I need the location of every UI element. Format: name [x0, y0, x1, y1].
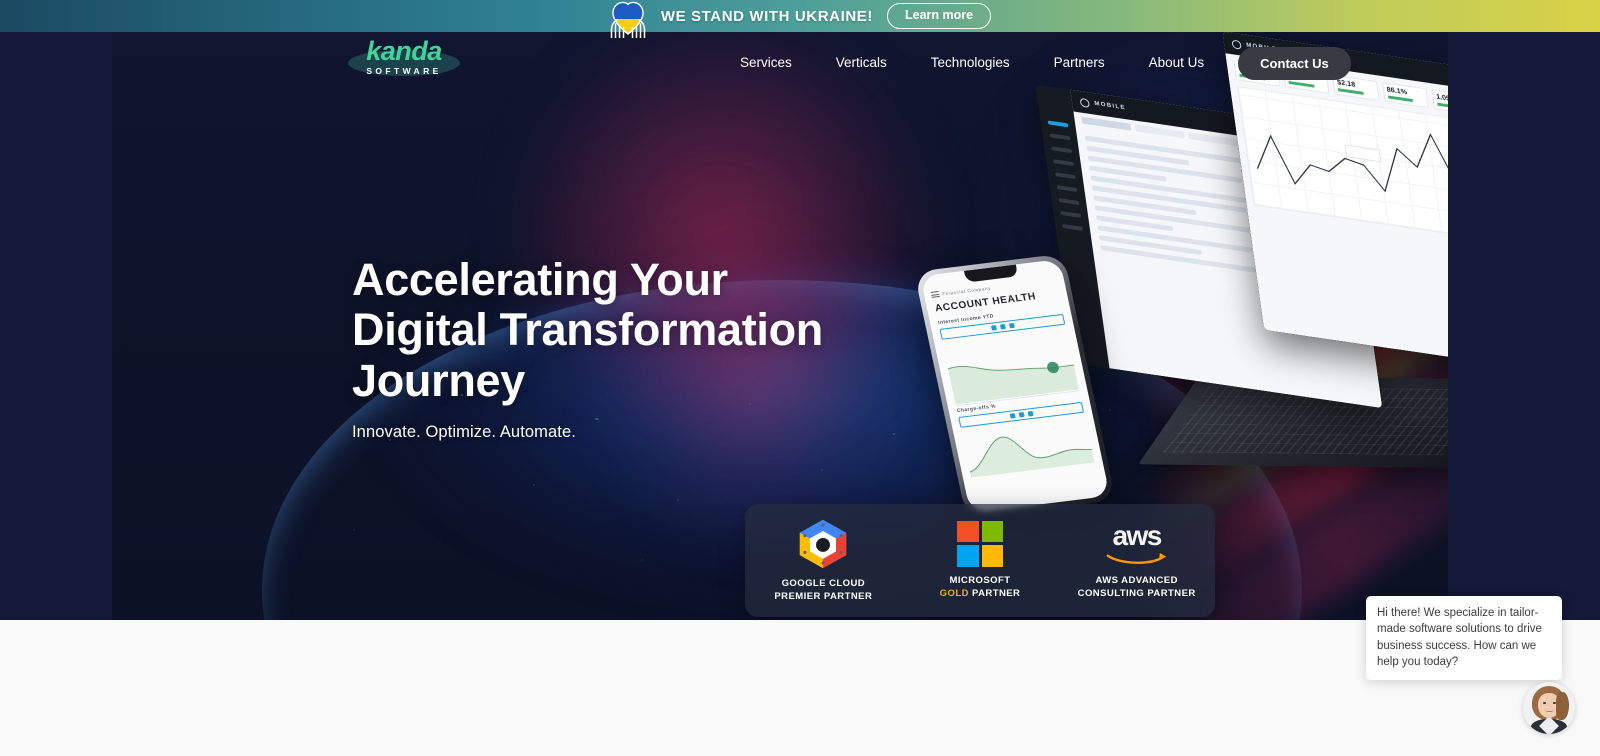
partner-caption-aws: AWS ADVANCED CONSULTING PARTNER: [1078, 575, 1196, 601]
aws-icon: aws: [1102, 521, 1172, 567]
ukraine-support-banner: WE STAND WITH UKRAINE! Learn more: [0, 0, 1600, 39]
main-navigation: Services Verticals Technologies Partners…: [740, 32, 1351, 94]
google-cloud-icon: [795, 518, 851, 570]
partner-caption-google: GOOGLE CLOUD PREMIER PARTNER: [774, 578, 872, 604]
page-root: WE STAND WITH UKRAINE! Learn more MOBILE…: [0, 0, 1600, 756]
ukraine-heart-hands-icon: [609, 0, 647, 39]
partner-word: PARTNER: [968, 587, 1021, 599]
banner-text: WE STAND WITH UKRAINE!: [660, 7, 873, 25]
logo-tagline: SOFTWARE: [366, 66, 442, 77]
page-title: Accelerating Your Digital Transformation…: [352, 254, 992, 406]
microsoft-icon: [957, 520, 1003, 567]
partner-caption-line-1: GOOGLE CLOUD: [781, 577, 866, 589]
partner-caption-line-1: AWS ADVANCED: [1095, 574, 1178, 586]
headline-line-1: Accelerating Your: [352, 254, 728, 305]
dashboard-logo-icon: [1079, 97, 1090, 108]
nav-item-about-us[interactable]: About Us: [1127, 56, 1227, 70]
hero-left-flank: [0, 32, 112, 620]
chat-avatar[interactable]: [1523, 682, 1575, 734]
headline-line-2: Digital Transformation: [352, 304, 823, 356]
site-header: kanda SOFTWARE Services Verticals Techno…: [0, 32, 1600, 94]
nav-item-verticals[interactable]: Verticals: [814, 56, 909, 70]
partner-badges-card: GOOGLE CLOUD PREMIER PARTNER MICROSOFT G…: [745, 504, 1215, 617]
hero-section: MOBILE $2.18 86.1% 1.051% Financial Comp…: [0, 32, 1600, 620]
site-logo[interactable]: kanda SOFTWARE: [348, 36, 460, 78]
partner-caption-line-2: PREMIER PARTNER: [774, 590, 873, 602]
partner-badge-aws[interactable]: aws AWS ADVANCED CONSULTING PARTNER: [1058, 521, 1215, 601]
partner-caption-line-2: CONSULTING PARTNER: [1077, 587, 1196, 599]
nav-item-services[interactable]: Services: [740, 56, 814, 70]
banner-learn-more-button[interactable]: Learn more: [886, 3, 992, 29]
chat-message-bubble[interactable]: Hi there! We specialize in tailor-made s…: [1366, 596, 1562, 681]
hero-subheadline: Innovate. Optimize. Automate.: [352, 423, 576, 442]
nav-item-technologies[interactable]: Technologies: [909, 56, 1032, 70]
dashboard-title-back: MOBILE: [1094, 100, 1127, 112]
partner-badge-microsoft[interactable]: MICROSOFT GOLD PARTNER: [902, 520, 1059, 601]
partner-caption-microsoft: MICROSOFT GOLD PARTNER: [940, 575, 1021, 601]
hero-right-flank: [1448, 32, 1600, 620]
nav-item-partners[interactable]: Partners: [1032, 56, 1127, 70]
partner-caption-line-2: GOLD PARTNER: [940, 588, 1021, 601]
hero-copy: Accelerating Your Digital Transformation…: [352, 254, 992, 442]
chat-message-text: Hi there! We specialize in tailor-made s…: [1377, 607, 1542, 668]
below-hero-section: [0, 620, 1600, 756]
partner-badge-google-cloud[interactable]: GOOGLE CLOUD PREMIER PARTNER: [745, 518, 902, 604]
partner-caption-line-1: MICROSOFT: [949, 574, 1011, 586]
logo-wordmark: kanda: [366, 36, 442, 67]
contact-us-button[interactable]: Contact Us: [1238, 46, 1351, 80]
headline-line-3: Journey: [352, 354, 525, 406]
aws-wordmark: aws: [1112, 519, 1162, 551]
gold-word: GOLD: [939, 587, 969, 599]
